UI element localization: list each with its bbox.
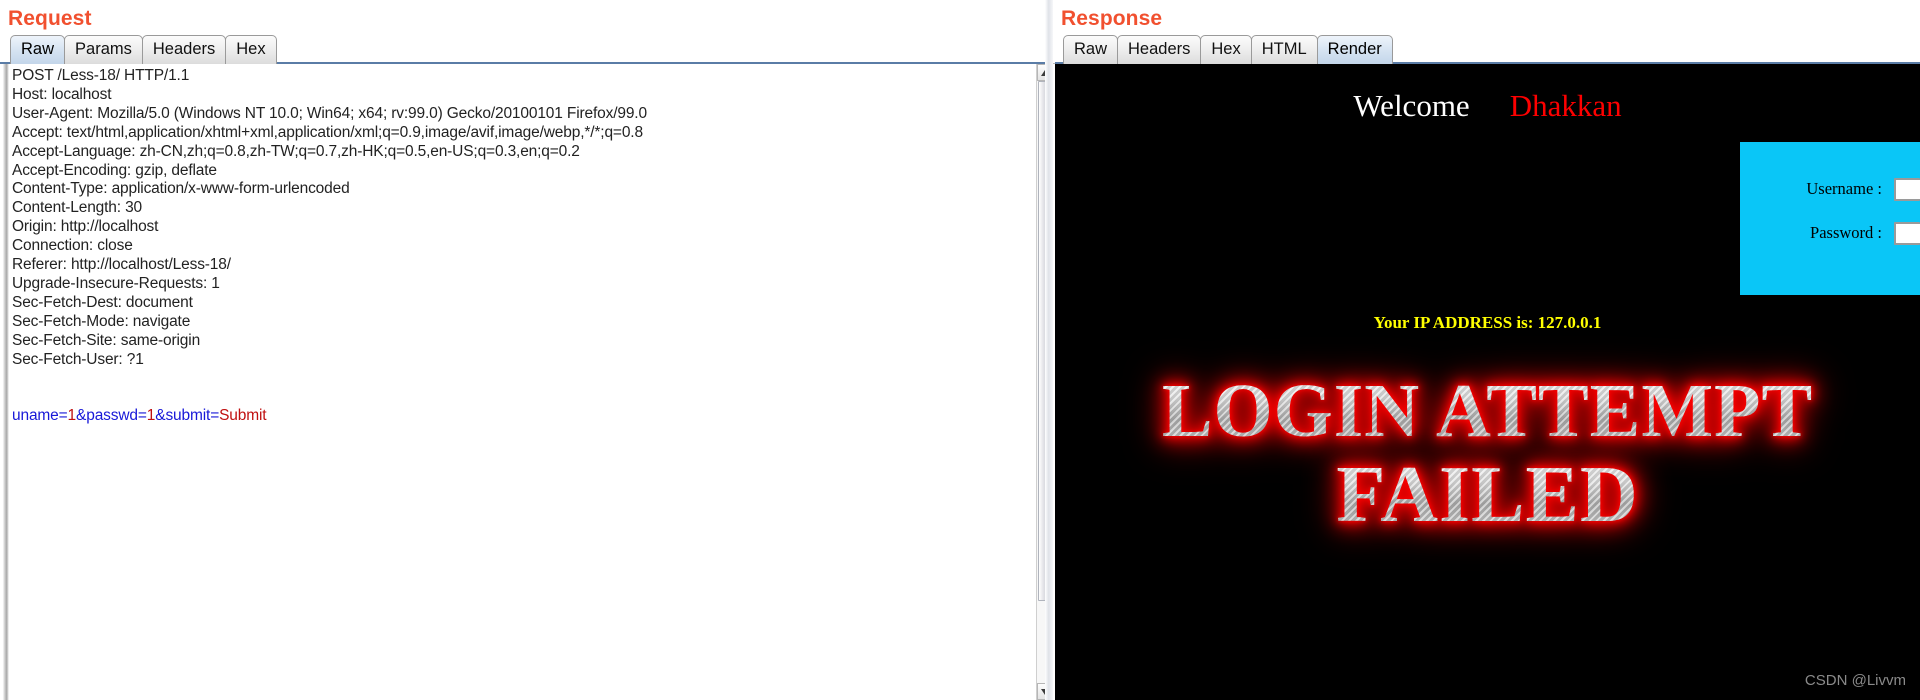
tab-response-headers[interactable]: Headers <box>1117 35 1202 64</box>
username-label: Username : <box>1806 179 1882 198</box>
request-raw-text[interactable]: POST /Less-18/ HTTP/1.1 Host: localhost … <box>9 64 1036 700</box>
raw-line: Upgrade-Insecure-Requests: 1 <box>12 274 220 292</box>
response-tabstrip: Raw Headers Hex HTML Render <box>1053 34 1920 64</box>
request-tabstrip: Raw Params Headers Hex <box>0 34 1053 64</box>
response-panel: Response Raw Headers Hex HTML Render Wel… <box>1053 0 1920 700</box>
welcome-label: Welcome <box>1353 88 1470 123</box>
raw-line: Accept-Language: zh-CN,zh;q=0.8,zh-TW;q=… <box>12 142 580 160</box>
tab-response-render[interactable]: Render <box>1316 35 1393 64</box>
tab-request-hex[interactable]: Hex <box>225 35 277 64</box>
raw-line: User-Agent: Mozilla/5.0 (Windows NT 10.0… <box>12 104 647 122</box>
raw-line: Content-Type: application/x-www-form-url… <box>12 180 350 198</box>
raw-line: Content-Length: 30 <box>12 199 143 217</box>
burp-repeater-window: Request Raw Params Headers Hex POST /Les… <box>0 0 1920 700</box>
raw-line: Sec-Fetch-Mode: navigate <box>12 312 191 330</box>
response-panel-title: Response <box>1061 7 1163 30</box>
tab-request-params[interactable]: Params <box>64 35 143 64</box>
raw-line: Connection: close <box>12 237 133 255</box>
raw-line: Referer: http://localhost/Less-18/ <box>12 256 231 274</box>
response-render-view: Welcome Dhakkan Username : Password : You… <box>1055 62 1920 700</box>
ip-address-text: Your IP ADDRESS is: 127.0.0.1 <box>1373 313 1602 332</box>
param-key: &submit= <box>155 407 220 425</box>
raw-line: Accept-Encoding: gzip, deflate <box>12 161 217 179</box>
raw-line: Sec-Fetch-Dest: document <box>12 293 193 311</box>
raw-blank-line <box>12 370 1036 389</box>
raw-blank-line <box>12 388 1036 407</box>
password-row: Password : <box>1740 219 1920 247</box>
fail-banner-line-2: FAILED <box>1055 453 1920 537</box>
login-failed-banner: LOGIN ATTEMPT FAILED <box>1055 369 1920 537</box>
request-body-params: uname=1&passwd=1&submit=Submit <box>12 407 1036 426</box>
tab-request-raw[interactable]: Raw <box>10 35 66 64</box>
panel-splitter[interactable] <box>1045 0 1053 700</box>
param-key: &passwd= <box>76 407 147 425</box>
watermark-text: CSDN @Livvm <box>1804 672 1906 689</box>
welcome-heading: Welcome Dhakkan <box>1055 88 1920 124</box>
raw-line: Origin: http://localhost <box>12 218 159 236</box>
login-form-box: Username : Password : <box>1740 142 1920 295</box>
raw-line: Accept: text/html,application/xhtml+xml,… <box>12 123 643 141</box>
fail-banner-line-1: LOGIN ATTEMPT <box>1055 369 1920 453</box>
password-input[interactable] <box>1894 221 1920 245</box>
param-value: 1 <box>67 407 77 425</box>
username-row: Username : <box>1740 175 1920 203</box>
request-editor-gutter <box>0 64 9 700</box>
raw-line: POST /Less-18/ HTTP/1.1 <box>12 67 190 84</box>
tab-response-hex[interactable]: Hex <box>1200 35 1252 64</box>
raw-line: Host: localhost <box>12 85 112 103</box>
tab-request-headers[interactable]: Headers <box>141 35 227 64</box>
username-display: Dhakkan <box>1509 88 1622 123</box>
param-key: uname= <box>12 407 68 425</box>
raw-line: Sec-Fetch-Site: same-origin <box>12 331 201 349</box>
password-label: Password : <box>1810 223 1882 242</box>
request-editor: POST /Less-18/ HTTP/1.1 Host: localhost … <box>0 62 1053 700</box>
param-value: 1 <box>146 407 156 425</box>
tab-response-raw[interactable]: Raw <box>1063 35 1119 64</box>
request-panel-title: Request <box>8 7 92 30</box>
raw-line: Sec-Fetch-User: ?1 <box>12 350 144 368</box>
tab-response-html[interactable]: HTML <box>1250 35 1318 64</box>
param-value: Submit <box>219 407 267 425</box>
request-panel: Request Raw Params Headers Hex POST /Les… <box>0 0 1053 700</box>
username-input[interactable] <box>1894 177 1920 201</box>
